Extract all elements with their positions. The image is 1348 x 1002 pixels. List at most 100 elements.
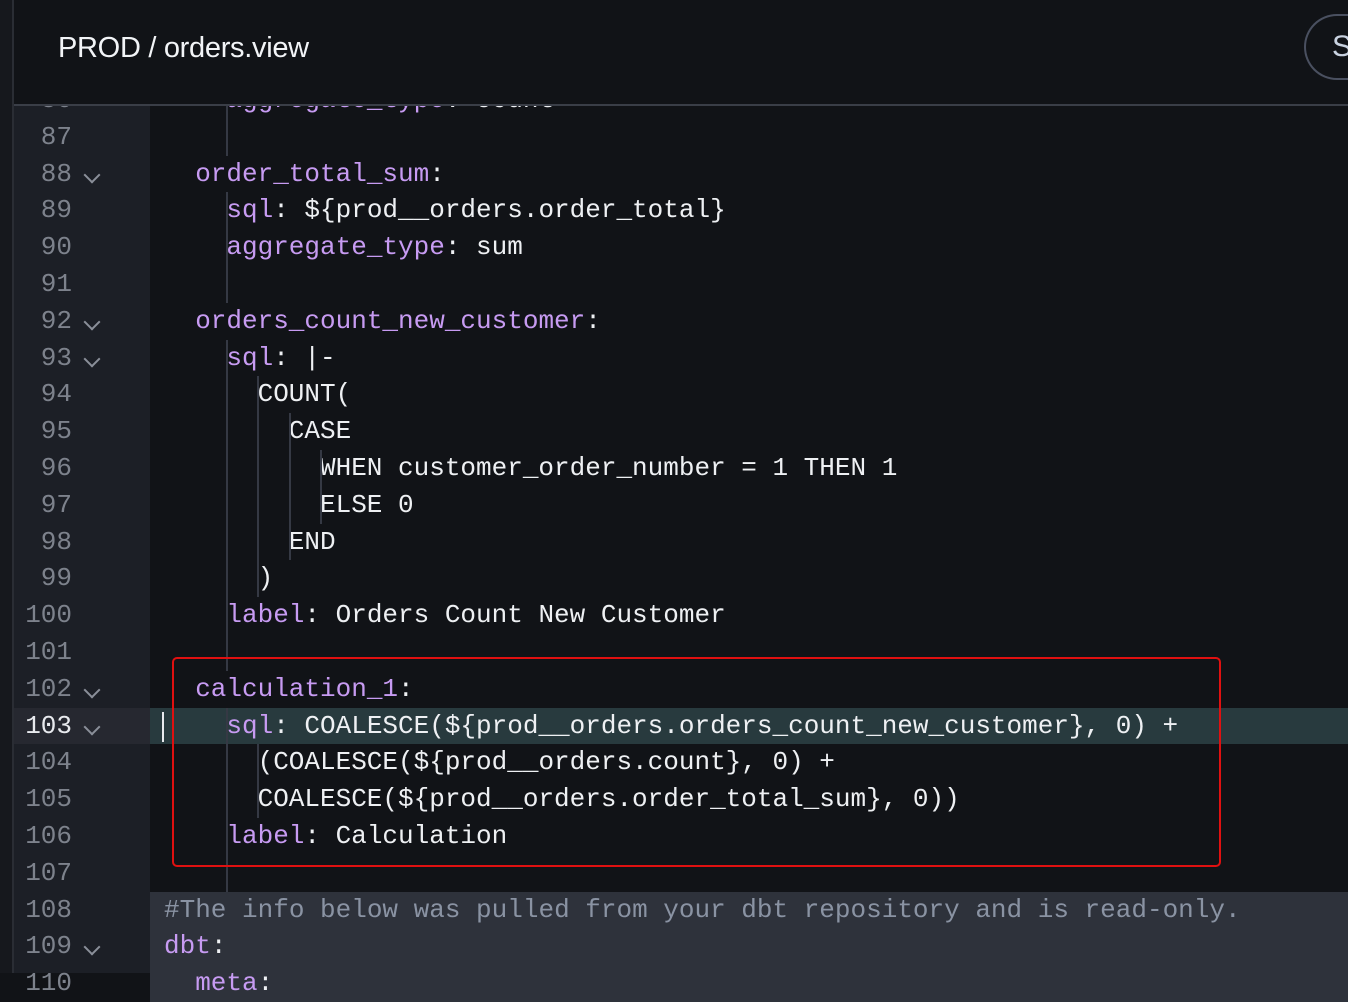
gutter-row: 103 xyxy=(14,707,150,745)
line-number: 93 xyxy=(40,342,72,373)
yaml-value: : Orders Count New Customer xyxy=(304,600,726,631)
code-line[interactable]: dbt: xyxy=(150,928,1348,966)
yaml-value: : |- xyxy=(273,342,336,373)
yaml-key: sql xyxy=(226,342,274,373)
code-line[interactable]: aggregate_type: sum xyxy=(150,229,1348,266)
code-line[interactable]: ELSE 0 xyxy=(150,486,1348,524)
header-action-button[interactable]: S xyxy=(1304,14,1348,80)
code-line[interactable]: COALESCE(${prod__orders.order_total_sum}… xyxy=(150,781,1348,818)
code-line[interactable]: label: Calculation xyxy=(150,817,1348,855)
code-line[interactable] xyxy=(150,854,1348,892)
code-line[interactable] xyxy=(150,265,1348,303)
yaml-key: label xyxy=(226,600,305,631)
code-line[interactable]: ) xyxy=(150,560,1348,598)
yaml-value: : xyxy=(585,305,601,336)
code-line[interactable] xyxy=(150,633,1348,671)
indent-guide xyxy=(257,486,260,524)
code-line[interactable]: sql: ${prod__orders.order_total} xyxy=(150,192,1348,230)
indent-guide xyxy=(226,744,229,782)
gutter-row: 96 xyxy=(14,450,150,487)
indent-guide xyxy=(257,560,260,598)
line-number: 104 xyxy=(25,747,72,778)
line-number: 89 xyxy=(40,195,72,226)
code-line[interactable]: label: Orders Count New Customer xyxy=(150,597,1348,634)
line-number: 98 xyxy=(40,526,72,557)
code-line[interactable]: END xyxy=(150,523,1348,561)
gutter-row: 98 xyxy=(14,524,150,561)
code-line[interactable]: WHEN customer_order_number = 1 THEN 1 xyxy=(150,449,1348,487)
fold-chevron-icon[interactable] xyxy=(83,681,101,699)
code-line[interactable]: sql: COALESCE(${prod__orders.orders_coun… xyxy=(150,707,1348,745)
yaml-value: : xyxy=(398,673,414,704)
code-line[interactable]: orders_count_new_customer: xyxy=(150,303,1348,340)
indent-guide xyxy=(226,192,229,230)
code-line[interactable]: order_total_sum: xyxy=(150,156,1348,193)
gutter-row: 92 xyxy=(14,303,150,340)
line-number: 97 xyxy=(40,489,72,520)
gutter-row: 100 xyxy=(14,597,150,634)
code-line[interactable]: COUNT( xyxy=(150,376,1348,414)
indent-guide xyxy=(226,854,229,892)
line-number: 102 xyxy=(25,673,72,704)
indent-guide xyxy=(257,413,260,450)
code-line[interactable]: sql: |- xyxy=(150,339,1348,377)
gutter-row: 106 xyxy=(14,818,150,855)
code-line[interactable]: CASE xyxy=(150,413,1348,450)
code-area[interactable]: aggregate_type: countorder_total_sum:sql… xyxy=(150,82,1348,1002)
gutter-row: 110 xyxy=(14,965,150,1002)
yaml-key: sql xyxy=(226,710,274,741)
fold-chevron-icon[interactable] xyxy=(83,350,101,368)
fold-chevron-icon[interactable] xyxy=(83,718,101,736)
yaml-value: : xyxy=(429,158,445,189)
yaml-value: COALESCE(${prod__orders.order_total_sum}… xyxy=(257,784,960,815)
line-number: 101 xyxy=(25,636,72,667)
fold-chevron-icon[interactable] xyxy=(83,166,101,184)
code-line[interactable] xyxy=(150,118,1348,156)
code-editor[interactable]: 8687888990919293949596979899100101102103… xyxy=(14,82,1348,1002)
code-line[interactable]: meta: xyxy=(150,965,1348,1002)
fold-chevron-icon[interactable] xyxy=(83,313,101,331)
code-line[interactable]: calculation_1: xyxy=(150,671,1348,708)
line-number: 96 xyxy=(40,452,72,483)
indent-guide xyxy=(226,449,229,487)
code-line[interactable]: (COALESCE(${prod__orders.count}, 0) + xyxy=(150,744,1348,782)
line-number: 87 xyxy=(40,121,72,152)
code-line[interactable]: #The info below was pulled from your dbt… xyxy=(150,891,1348,929)
indent-guide xyxy=(226,707,229,745)
fold-chevron-icon[interactable] xyxy=(83,938,101,956)
yaml-value: CASE xyxy=(288,416,352,447)
line-number: 106 xyxy=(25,820,72,851)
gutter-row: 104 xyxy=(14,744,150,781)
line-number: 105 xyxy=(25,784,72,815)
indent-guide xyxy=(226,523,229,561)
yaml-value: END xyxy=(288,526,336,557)
indent-guide xyxy=(288,523,291,561)
gutter-row: 97 xyxy=(14,487,150,524)
line-number: 92 xyxy=(40,305,72,336)
gutter-row: 93 xyxy=(14,340,150,377)
indent-guide xyxy=(257,523,260,561)
line-number: 100 xyxy=(25,600,72,631)
yaml-value: : xyxy=(210,931,227,962)
line-number: 95 xyxy=(40,416,72,447)
indent-guide xyxy=(226,560,229,598)
indent-guide xyxy=(257,449,260,487)
indent-guide xyxy=(319,449,322,487)
indent-guide xyxy=(226,633,229,671)
text-cursor xyxy=(162,711,164,742)
yaml-value: WHEN customer_order_number = 1 THEN 1 xyxy=(320,452,898,483)
yaml-key: calculation_1 xyxy=(195,673,399,704)
gutter-row: 90 xyxy=(14,229,150,266)
gutter-row: 99 xyxy=(14,560,150,597)
left-sidebar-edge xyxy=(0,0,14,973)
